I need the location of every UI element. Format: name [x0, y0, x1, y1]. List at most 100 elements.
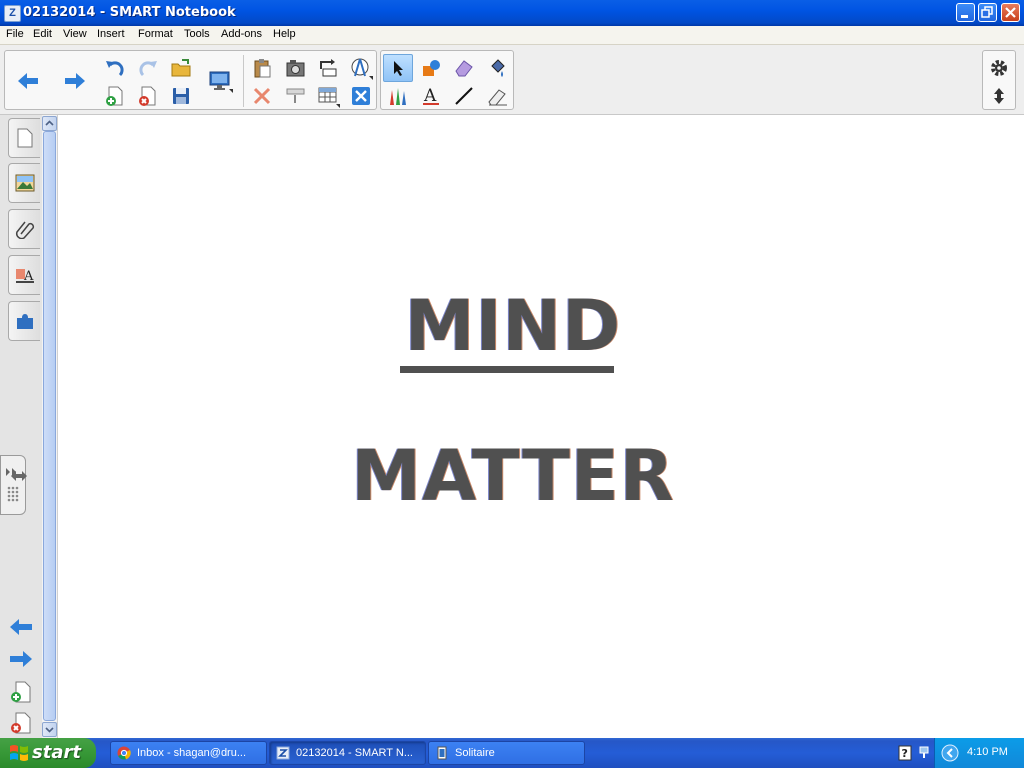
- paste-button[interactable]: [247, 54, 277, 82]
- toolbar-divider: [243, 55, 244, 107]
- page-add-icon: [11, 681, 31, 703]
- up-down-arrow-icon: [994, 88, 1004, 104]
- toolbar-group-tools: A: [380, 50, 514, 110]
- menu-add-ons[interactable]: Add-ons: [221, 28, 262, 40]
- redo-button[interactable]: [133, 54, 163, 82]
- gear-icon: [991, 60, 1007, 76]
- delete-button[interactable]: [247, 82, 277, 110]
- next-page-button[interactable]: [60, 67, 90, 95]
- menu-tools[interactable]: Tools: [184, 28, 210, 40]
- display-screen-button[interactable]: [205, 67, 235, 95]
- page-sorter-tab[interactable]: [8, 118, 40, 158]
- sidebar-add-page-button[interactable]: [9, 680, 33, 707]
- mind-underline: [400, 366, 614, 373]
- chrome-icon: [117, 746, 131, 760]
- save-disk-icon: [173, 88, 189, 104]
- customize-toolbar-button[interactable]: [984, 54, 1014, 82]
- redo-icon: [139, 61, 157, 77]
- screen-shade-button[interactable]: [280, 82, 310, 110]
- scroll-down-button[interactable]: [42, 722, 57, 737]
- move-sidebar-button[interactable]: [10, 469, 28, 486]
- menu-edit[interactable]: Edit: [33, 28, 52, 40]
- vertical-scrollbar[interactable]: [42, 115, 58, 738]
- svg-text:?: ?: [902, 747, 908, 760]
- capture-area-icon: [320, 59, 337, 77]
- clock[interactable]: 4:10 PM: [967, 746, 1008, 758]
- text-tool-button[interactable]: A: [416, 82, 446, 110]
- properties-tab[interactable]: A: [8, 255, 40, 295]
- full-screen-icon: [352, 87, 370, 105]
- camera-icon: [286, 60, 305, 77]
- delete-page-button[interactable]: [133, 82, 163, 110]
- picture-icon: [15, 174, 34, 192]
- menu-format[interactable]: Format: [138, 28, 173, 40]
- network-tray-icon[interactable]: [918, 745, 930, 764]
- menu-insert[interactable]: Insert: [97, 28, 125, 40]
- measurement-tools-button[interactable]: [346, 54, 376, 82]
- paperclip-icon: [15, 221, 34, 239]
- open-file-button[interactable]: [166, 54, 196, 82]
- gallery-tab[interactable]: [8, 163, 40, 203]
- show-hidden-icons-button[interactable]: [941, 744, 959, 765]
- attachments-tab[interactable]: [8, 209, 40, 249]
- line-tool-button[interactable]: [449, 82, 479, 110]
- add-ons-tab[interactable]: [8, 301, 40, 341]
- help-tray-button[interactable]: ?: [898, 745, 912, 764]
- shapes-icon: [423, 60, 440, 76]
- menu-view[interactable]: View: [63, 28, 87, 40]
- taskbar-item-inbox[interactable]: Inbox - shagan@dru...: [110, 741, 267, 765]
- taskbar-item-smart-notebook[interactable]: 02132014 - SMART N...: [269, 741, 426, 765]
- minimize-button[interactable]: [956, 3, 975, 22]
- title-bar[interactable]: Z 02132014 - SMART Notebook: [0, 0, 1024, 26]
- eraser-tool-button[interactable]: [449, 54, 479, 82]
- windows-logo-icon: [10, 745, 28, 761]
- restore-icon: [981, 6, 993, 18]
- whiteboard-canvas[interactable]: MIND MATTER: [58, 115, 1024, 738]
- sidebar-delete-page-button[interactable]: [9, 711, 33, 738]
- select-tool-button[interactable]: [383, 54, 413, 82]
- insert-shape-button[interactable]: [313, 54, 343, 82]
- taskbar-item-solitaire[interactable]: Solitaire: [428, 741, 585, 765]
- start-label: start: [32, 742, 81, 763]
- page-delete-icon: [139, 86, 156, 106]
- arrow-left-icon: [18, 73, 38, 89]
- insert-table-button[interactable]: [313, 82, 343, 110]
- sidebar: A: [0, 115, 43, 738]
- toolbar: A: [0, 45, 1024, 115]
- system-tray: 4:10 PM: [934, 738, 1024, 768]
- pens-tool-button[interactable]: [383, 82, 413, 110]
- previous-page-button[interactable]: [13, 67, 43, 95]
- chevron-left-icon: [941, 744, 959, 762]
- text-mind[interactable]: MIND: [58, 285, 968, 367]
- pens-icon: [390, 88, 406, 105]
- chevron-up-icon: [45, 120, 54, 126]
- save-button[interactable]: [166, 82, 196, 110]
- puzzle-icon: [16, 314, 33, 329]
- page-icon: [17, 128, 32, 148]
- start-button[interactable]: start: [0, 738, 96, 768]
- move-toolbar-button[interactable]: [984, 82, 1014, 110]
- menu-help[interactable]: Help: [273, 28, 296, 40]
- add-page-button[interactable]: [100, 82, 130, 110]
- screen-shade-icon: [286, 88, 305, 103]
- undo-button[interactable]: [100, 54, 130, 82]
- text-matter[interactable]: MATTER: [58, 435, 968, 517]
- restore-button[interactable]: [978, 3, 997, 22]
- magic-pen-icon: [488, 89, 507, 106]
- menu-file[interactable]: File: [6, 28, 24, 40]
- sidebar-previous-page-button[interactable]: [8, 617, 34, 640]
- eraser-icon: [455, 60, 473, 77]
- toolbar-group-settings: [982, 50, 1016, 110]
- shapes-tool-button[interactable]: [416, 54, 446, 82]
- sidebar-next-page-button[interactable]: [8, 649, 34, 672]
- fill-tool-button[interactable]: [482, 54, 512, 82]
- scroll-up-button[interactable]: [42, 116, 57, 131]
- solitaire-icon: [437, 746, 447, 760]
- screen-capture-button[interactable]: [280, 54, 310, 82]
- magic-pen-button[interactable]: [482, 82, 512, 110]
- chevron-down-icon: [45, 727, 54, 733]
- arrow-right-icon: [10, 651, 32, 667]
- scroll-thumb[interactable]: [43, 131, 56, 721]
- full-screen-button[interactable]: [346, 82, 376, 110]
- close-button[interactable]: [1001, 3, 1020, 22]
